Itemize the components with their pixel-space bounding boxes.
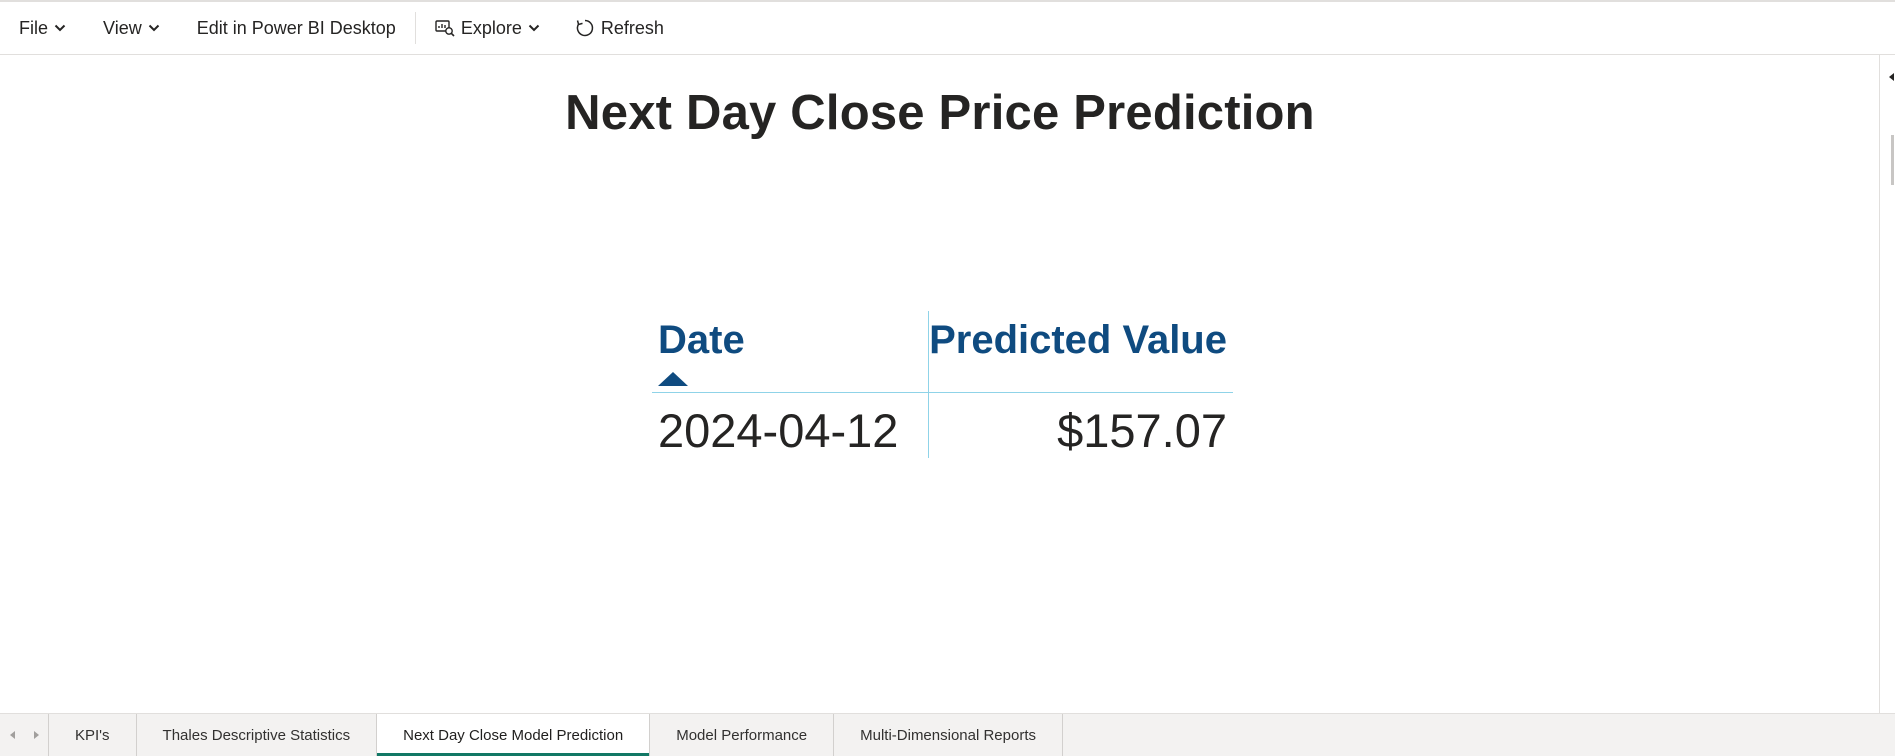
table-cell-date: 2024-04-12 [658,404,899,457]
table-cell-predicted-value: $157.07 [1057,404,1227,457]
prediction-table[interactable]: Date Predicted Value 2024-04-12 $157.07 [652,255,1233,458]
column-header-date[interactable]: Date [658,318,745,363]
refresh-label: Refresh [600,17,664,38]
toolbar-divider [414,12,416,44]
explore-menu-label: Explore [460,17,522,38]
pane-label-mark [1891,135,1894,185]
chevron-left-icon [9,731,15,739]
file-menu-button[interactable]: File [19,2,66,54]
collapsed-side-pane[interactable] [1879,55,1895,713]
explore-menu-button[interactable]: Explore [435,2,540,54]
tab-label: Thales Descriptive Statistics [162,726,351,744]
edit-in-desktop-label: Edit in Power BI Desktop [196,17,396,38]
view-menu-label: View [103,17,142,38]
page-tab-bar: KPI's Thales Descriptive Statistics Next… [0,713,1895,756]
top-toolbar: File View Edit in Power BI Desktop Explo… [0,0,1895,55]
header-divider [652,392,1233,393]
edit-in-desktop-button[interactable]: Edit in Power BI Desktop [197,2,396,54]
sort-ascending-icon[interactable] [658,372,688,386]
tab-next-day-close-model-prediction[interactable]: Next Day Close Model Prediction [377,714,651,756]
tab-label: Next Day Close Model Prediction [403,726,624,744]
page-title: Next Day Close Price Prediction [565,86,1315,140]
file-menu-label: File [19,17,49,38]
view-menu-button[interactable]: View [103,2,160,54]
refresh-icon [575,18,595,38]
next-page-button[interactable] [24,714,48,756]
tab-thales-descriptive-statistics[interactable]: Thales Descriptive Statistics [137,714,378,756]
chevron-down-icon [148,24,160,32]
tab-label: Model Performance [676,726,808,744]
chevron-down-icon [528,24,540,32]
tab-multi-dimensional-reports[interactable]: Multi-Dimensional Reports [834,714,1064,756]
chevron-right-icon [33,731,39,739]
tab-model-performance[interactable]: Model Performance [650,714,835,756]
tab-label: Multi-Dimensional Reports [860,726,1037,744]
expand-pane-icon[interactable] [1889,73,1894,81]
previous-page-button[interactable] [0,714,24,756]
tab-kpis[interactable]: KPI's [49,714,137,756]
chevron-down-icon [54,24,66,32]
tab-label: KPI's [75,726,110,744]
refresh-button[interactable]: Refresh [575,2,664,54]
column-header-predicted-value[interactable]: Predicted Value [929,318,1227,363]
explore-icon [435,19,455,37]
